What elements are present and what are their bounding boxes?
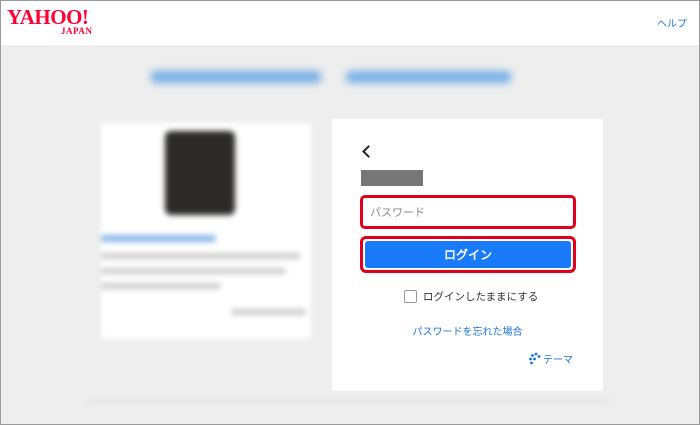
logo-subtext: JAPAN [61,26,93,36]
theme-label: テーマ [543,354,573,366]
promo-image [165,131,235,215]
keep-logged-in-row[interactable]: ログインしたままにする [404,288,538,304]
help-link[interactable]: ヘルプ [657,15,687,30]
keep-logged-in-label: ログインしたままにする [423,290,539,303]
masked-user-id [361,170,423,186]
forgot-password-link[interactable]: パスワードを忘れた場合 [332,323,603,338]
blurred-footer-strip [89,400,609,403]
promo-text-line [101,268,286,274]
promo-link [101,235,216,242]
theme-link[interactable]: テーマ [528,351,573,366]
login-button-highlight: ログイン [360,236,576,273]
promo-text-line [231,309,306,315]
login-card: ログイン ログインしたままにする パスワードを忘れた場合 テーマ [332,119,603,391]
banner-text-right [346,71,511,83]
blurred-promo-card [101,123,311,339]
promo-text-line [101,253,301,259]
login-button[interactable]: ログイン [365,241,571,268]
yahoo-japan-logo[interactable]: YAHOO! JAPAN [7,5,103,39]
page-header: YAHOO! JAPAN ヘルプ [1,1,699,45]
back-arrow-icon[interactable] [360,143,376,161]
banner-text-left [151,71,321,83]
palette-icon [529,352,541,364]
password-input[interactable] [366,201,570,223]
promo-text-line [101,283,221,289]
keep-logged-in-checkbox[interactable] [404,289,417,303]
password-field-highlight [360,195,576,229]
